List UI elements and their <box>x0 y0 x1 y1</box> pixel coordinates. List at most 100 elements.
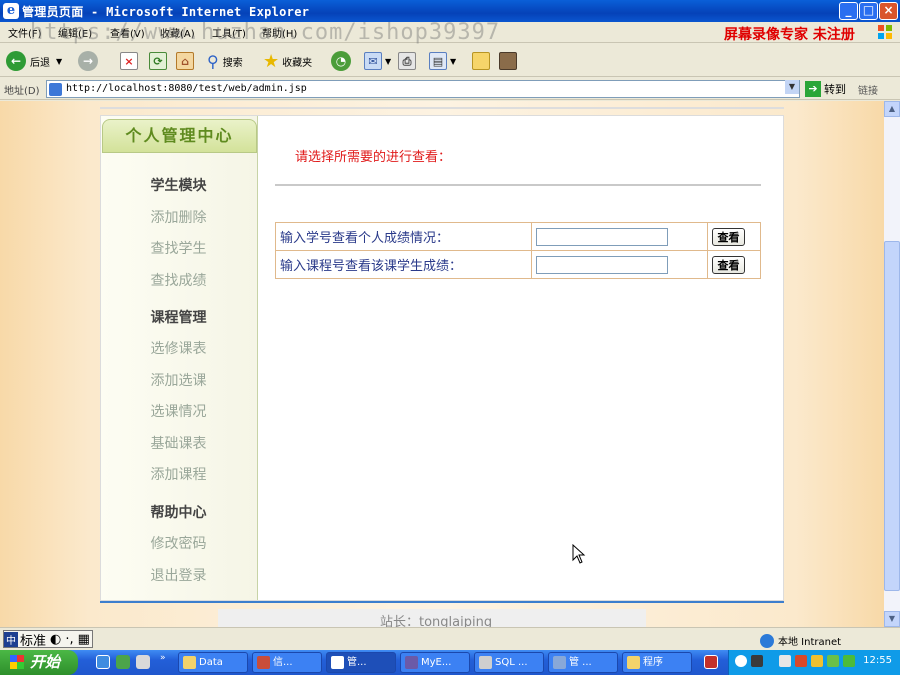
taskbar-clock[interactable]: 12:55 <box>863 655 892 666</box>
sidebar-item-add-delete[interactable]: 添加删除 <box>101 207 256 227</box>
search-button[interactable]: ⚲ 搜索 <box>207 50 243 72</box>
ime-punctuation[interactable]: ·, <box>63 632 75 647</box>
scroll-down-icon[interactable]: ▼ <box>884 611 900 627</box>
course-id-input[interactable] <box>536 255 668 274</box>
sidebar-item-find-score[interactable]: 查找成绩 <box>101 270 256 290</box>
sidebar-item-logout[interactable]: 退出登录 <box>101 565 256 585</box>
mail-button[interactable]: ✉ ▼ <box>364 50 391 72</box>
tray-app-icon[interactable] <box>751 655 763 667</box>
scroll-thumb[interactable] <box>884 241 900 591</box>
home-button[interactable]: ⌂ <box>176 50 194 72</box>
recorder-icon[interactable] <box>704 655 718 669</box>
task-info[interactable]: 信... <box>252 652 322 673</box>
status-bar: 中 标准 ◐ ·, ▦ 本地 Intranet <box>0 627 900 650</box>
window-titlebar[interactable]: e 管理员页面 - Microsoft Internet Explorer _ … <box>0 0 900 22</box>
favorites-button[interactable]: ★ 收藏夹 <box>263 50 312 72</box>
sidebar-item-add-course[interactable]: 添加课程 <box>101 464 256 484</box>
address-label: 地址(D) <box>4 86 40 97</box>
quicklaunch-media-icon[interactable] <box>116 655 130 669</box>
history-icon: ◔ <box>331 51 351 71</box>
stop-button[interactable]: × <box>120 50 138 72</box>
ime-toolbar[interactable]: 中 标准 ◐ ·, ▦ <box>3 630 93 649</box>
ie-icon: e <box>3 3 19 19</box>
sidebar-item-basic-course[interactable]: 基础课表 <box>101 433 256 453</box>
mouse-cursor-icon <box>572 544 586 564</box>
sidebar-header: 个人管理中心 <box>102 119 257 153</box>
start-label: 开始 <box>30 653 61 671</box>
forward-button[interactable]: → <box>78 50 98 72</box>
start-button[interactable]: 开始 <box>0 650 78 675</box>
window-title: 管理员页面 - Microsoft Internet Explorer <box>22 5 310 19</box>
sidebar-item-add-elective[interactable]: 添加选课 <box>101 370 256 390</box>
ime-logo-icon: 中 <box>4 631 18 647</box>
task-program[interactable]: 程序 <box>622 652 692 673</box>
sidebar-section-help: 帮助中心 <box>150 505 207 521</box>
ime-keyboard[interactable]: ▦ <box>76 632 92 647</box>
address-bar: 地址(D) http://localhost:8080/test/web/adm… <box>0 78 900 100</box>
tray-volume-icon[interactable] <box>827 655 839 667</box>
tray-shield-icon[interactable] <box>843 655 855 667</box>
sidebar: 个人管理中心 学生模块 添加删除 查找学生 查找成绩 课程管理 选修课表 添加选… <box>101 116 258 600</box>
links-button[interactable]: 链接 <box>858 82 878 97</box>
eclipse-icon <box>405 656 418 669</box>
home-icon: ⌂ <box>176 52 194 70</box>
address-input[interactable]: http://localhost:8080/test/web/admin.jsp <box>46 80 800 98</box>
refresh-button[interactable]: ⟳ <box>149 50 167 72</box>
print-button[interactable]: ⎙ <box>398 50 416 72</box>
messenger-icon <box>499 52 517 70</box>
task-myeclipse[interactable]: MyE... <box>400 652 470 673</box>
page-viewport: 个人管理中心 学生模块 添加删除 查找学生 查找成绩 课程管理 选修课表 添加选… <box>0 101 884 627</box>
maximize-button[interactable]: □ <box>859 2 878 20</box>
ie-icon <box>331 656 344 669</box>
student-query-button[interactable]: 查看 <box>712 227 745 246</box>
taskbar: 开始 » Data 信... 管... MyE... SQL ... 管 ...… <box>0 650 900 675</box>
history-button[interactable]: ◔ <box>331 50 351 72</box>
sidebar-item-elective-status[interactable]: 选课情况 <box>101 401 256 421</box>
task-admin-active[interactable]: 管... <box>326 652 396 673</box>
task-sql[interactable]: SQL ... <box>474 652 544 673</box>
go-label: 转到 <box>824 83 846 96</box>
watermark-url: https://www.huzhan.com/ishop39397 <box>30 20 501 45</box>
edit-icon: ▤ <box>429 52 447 70</box>
tray-arrow-icon[interactable] <box>735 655 747 667</box>
student-id-input[interactable] <box>536 227 668 246</box>
quicklaunch-ie-icon[interactable] <box>96 655 110 669</box>
back-arrow-icon: ← <box>6 51 26 71</box>
course-query-button[interactable]: 查看 <box>712 255 745 274</box>
scroll-up-icon[interactable]: ▲ <box>884 101 900 117</box>
star-icon: ★ <box>263 50 280 72</box>
tray-network-icon[interactable] <box>811 655 823 667</box>
mail-icon: ✉ <box>364 52 382 70</box>
vertical-scrollbar[interactable]: ▲ ▼ <box>884 101 900 627</box>
back-button[interactable]: ← 后退 ▼ <box>6 50 62 72</box>
ime-halfwidth[interactable]: ◐ <box>48 632 63 647</box>
windows-logo-icon <box>878 25 892 39</box>
close-button[interactable]: × <box>879 2 898 20</box>
tray-security-icon[interactable] <box>795 655 807 667</box>
messenger-button[interactable] <box>499 50 517 72</box>
task-manager[interactable]: 管 ... <box>548 652 618 673</box>
stop-icon: × <box>120 52 138 70</box>
quicklaunch-chevron-icon[interactable]: » <box>160 653 166 663</box>
minimize-button[interactable]: _ <box>839 2 858 20</box>
chevron-down-icon: ▼ <box>450 56 457 66</box>
back-label: 后退 <box>30 57 50 69</box>
discuss-button[interactable] <box>472 50 490 72</box>
sidebar-item-change-password[interactable]: 修改密码 <box>101 533 256 553</box>
tray-ime-icon[interactable] <box>779 655 791 667</box>
sidebar-item-find-student[interactable]: 查找学生 <box>101 238 256 258</box>
intranet-icon <box>760 633 774 648</box>
sidebar-section-student: 学生模块 <box>150 178 207 194</box>
edit-button[interactable]: ▤ ▼ <box>429 50 456 72</box>
sidebar-item-elective-list[interactable]: 选修课表 <box>101 338 256 358</box>
query-table: 输入学号查看个人成绩情况： 查看 输入课程号查看该课学生成绩： 查看 <box>275 222 761 279</box>
quicklaunch-desktop-icon[interactable] <box>136 655 150 669</box>
search-label: 搜索 <box>222 57 243 69</box>
address-dropdown-icon[interactable]: ▼ <box>785 80 799 94</box>
ime-mode[interactable]: 标准 <box>18 630 48 649</box>
page-prompt: 请选择所需要的进行查看： <box>295 150 452 165</box>
task-data[interactable]: Data <box>178 652 248 673</box>
go-button[interactable]: ➔ 转到 <box>805 81 846 97</box>
bottom-divider <box>100 601 784 603</box>
chevron-down-icon: ▼ <box>56 56 63 66</box>
